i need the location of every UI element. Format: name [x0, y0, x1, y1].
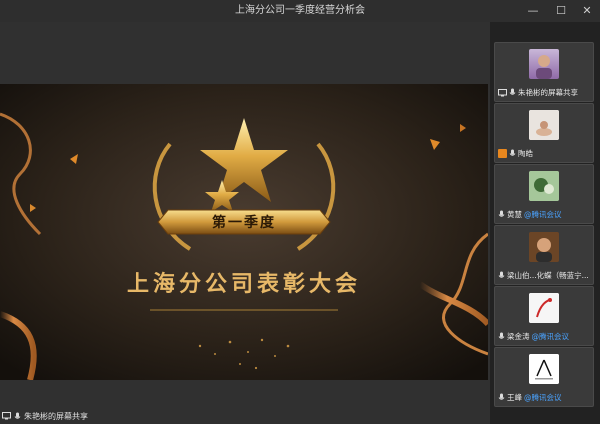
mic-icon [498, 332, 505, 341]
participant-panel: 朱艳彬的屏幕共享 陶皓 黄慧 @腾讯会议 梁山伯...化蝶（畅蓝宁... 梁金涛… [490, 22, 600, 424]
participant-tile[interactable]: 梁山伯...化蝶（畅蓝宁... [494, 225, 594, 285]
participant-name: 黄慧 [507, 210, 522, 219]
participant-tile[interactable]: 陶皓 [494, 103, 594, 163]
orange-user-icon [498, 149, 507, 158]
participant-avatar [529, 232, 559, 262]
close-button[interactable]: ✕ [574, 0, 600, 22]
mic-icon [498, 210, 505, 219]
participant-avatar [529, 110, 559, 140]
participant-tag: @腾讯会议 [531, 332, 570, 341]
participant-name: 王峰 [507, 393, 522, 402]
participant-avatar [529, 49, 559, 79]
participant-name: 朱艳彬的屏幕共享 [518, 88, 578, 97]
minimize-button[interactable]: — [520, 0, 546, 22]
share-status-label: 朱艳彬的屏幕共享 [24, 411, 88, 421]
main-video-area: 第一季度 上海分公司表彰大会 [0, 22, 490, 424]
participant-avatar [529, 293, 559, 323]
participant-tag: @腾讯会议 [524, 210, 562, 219]
shared-screen: 第一季度 上海分公司表彰大会 [0, 84, 488, 380]
participant-name: 陶皓 [518, 149, 533, 158]
participant-name: 梁山伯...化蝶（畅蓝宁... [507, 271, 589, 280]
share-status: 朱艳彬的屏幕共享 [2, 409, 88, 423]
mic-icon [14, 412, 21, 421]
screen-share-icon [498, 88, 507, 97]
window-title: 上海分公司一季度经营分析会 [235, 5, 365, 16]
participant-tile[interactable]: 朱艳彬的屏幕共享 [494, 42, 594, 102]
participant-avatar [529, 171, 559, 201]
mic-icon [509, 149, 516, 158]
participant-tag: @腾讯会议 [524, 393, 562, 402]
participant-name: 梁金涛 [507, 332, 530, 341]
maximize-button[interactable]: ☐ [548, 0, 574, 22]
mic-icon [509, 88, 516, 97]
mic-icon [498, 393, 505, 402]
participant-tile[interactable]: 黄慧 @腾讯会议 [494, 164, 594, 224]
participant-tile[interactable]: 王峰 @腾讯会议 [494, 347, 594, 407]
window-titlebar: 上海分公司一季度经营分析会 — ☐ ✕ [0, 0, 600, 22]
slide-badge-text: 第一季度 [212, 215, 276, 231]
slide-headline: 上海分公司表彰大会 [126, 272, 361, 297]
participant-avatar [529, 354, 559, 384]
screen-share-icon [2, 412, 11, 420]
participant-tile[interactable]: 梁金涛 @腾讯会议 [494, 286, 594, 346]
mic-icon [498, 271, 505, 280]
